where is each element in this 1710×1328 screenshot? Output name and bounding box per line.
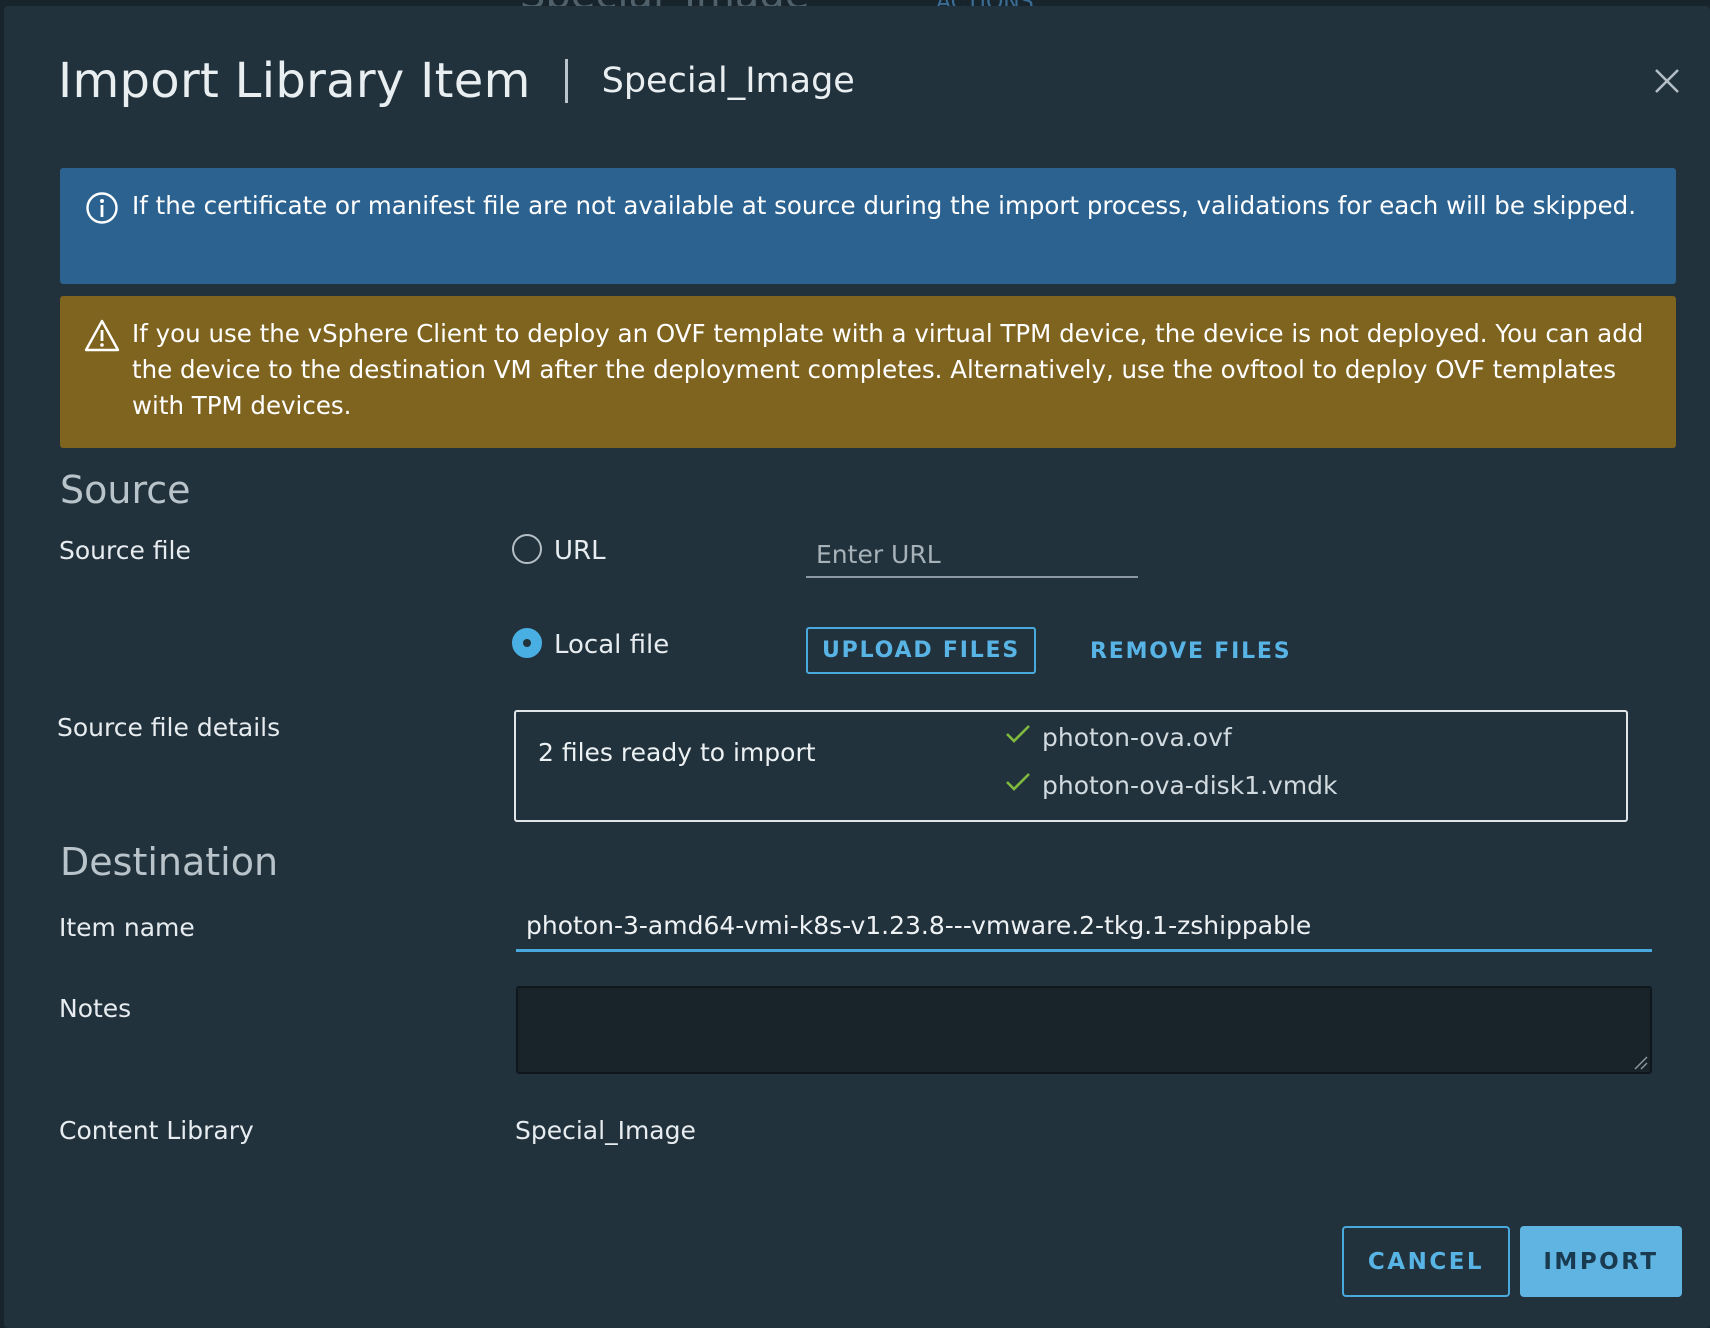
warning-alert: If you use the vSphere Client to deploy … — [60, 296, 1676, 448]
check-icon — [1004, 722, 1042, 752]
file-list-item: photon-ova.ovf — [1004, 722, 1232, 752]
files-ready-count: 2 files ready to import — [538, 738, 816, 767]
destination-section-title: Destination — [60, 840, 279, 884]
cancel-button[interactable]: CANCEL — [1342, 1226, 1510, 1297]
upload-files-button[interactable]: UPLOAD FILES — [806, 627, 1036, 674]
resize-handle-icon[interactable] — [1632, 1054, 1648, 1070]
close-icon[interactable] — [1650, 64, 1684, 98]
source-file-label: Source file — [59, 536, 191, 565]
info-alert-text: If the certificate or manifest file are … — [132, 191, 1636, 220]
file-name: photon-ova.ovf — [1042, 722, 1232, 752]
warning-alert-text: If you use the vSphere Client to deploy … — [132, 319, 1644, 420]
info-circle-icon — [84, 190, 120, 226]
dialog-subtitle: Special_Image — [601, 61, 855, 101]
dialog-title: Import Library Item — [58, 53, 531, 109]
content-library-value: Special_Image — [515, 1116, 696, 1145]
file-name: photon-ova-disk1.vmdk — [1042, 770, 1338, 800]
notes-textarea[interactable] — [516, 986, 1652, 1074]
source-section-title: Source — [60, 468, 191, 512]
content-library-label: Content Library — [59, 1116, 254, 1145]
import-button[interactable]: IMPORT — [1520, 1226, 1682, 1297]
file-list-item: photon-ova-disk1.vmdk — [1004, 770, 1338, 800]
url-radio-label[interactable]: URL — [554, 536, 606, 566]
warning-triangle-icon — [84, 318, 120, 354]
url-radio[interactable] — [512, 534, 542, 564]
remove-files-button[interactable]: REMOVE FILES — [1090, 632, 1291, 670]
title-divider — [564, 59, 568, 103]
source-file-details-label: Source file details — [57, 713, 281, 742]
check-icon — [1004, 770, 1042, 800]
local-file-radio-label[interactable]: Local file — [554, 630, 669, 660]
dialog-header: Import Library Item Special_Image — [58, 46, 855, 116]
source-file-details-box: 2 files ready to import photon-ova.ovf p… — [514, 710, 1628, 822]
local-file-radio[interactable] — [512, 628, 542, 658]
import-library-item-dialog: Import Library Item Special_Image If the… — [4, 6, 1710, 1328]
info-alert: If the certificate or manifest file are … — [60, 168, 1676, 284]
item-name-input[interactable] — [516, 902, 1652, 952]
url-input[interactable] — [806, 532, 1138, 578]
notes-label: Notes — [59, 994, 132, 1023]
item-name-label: Item name — [59, 913, 195, 942]
